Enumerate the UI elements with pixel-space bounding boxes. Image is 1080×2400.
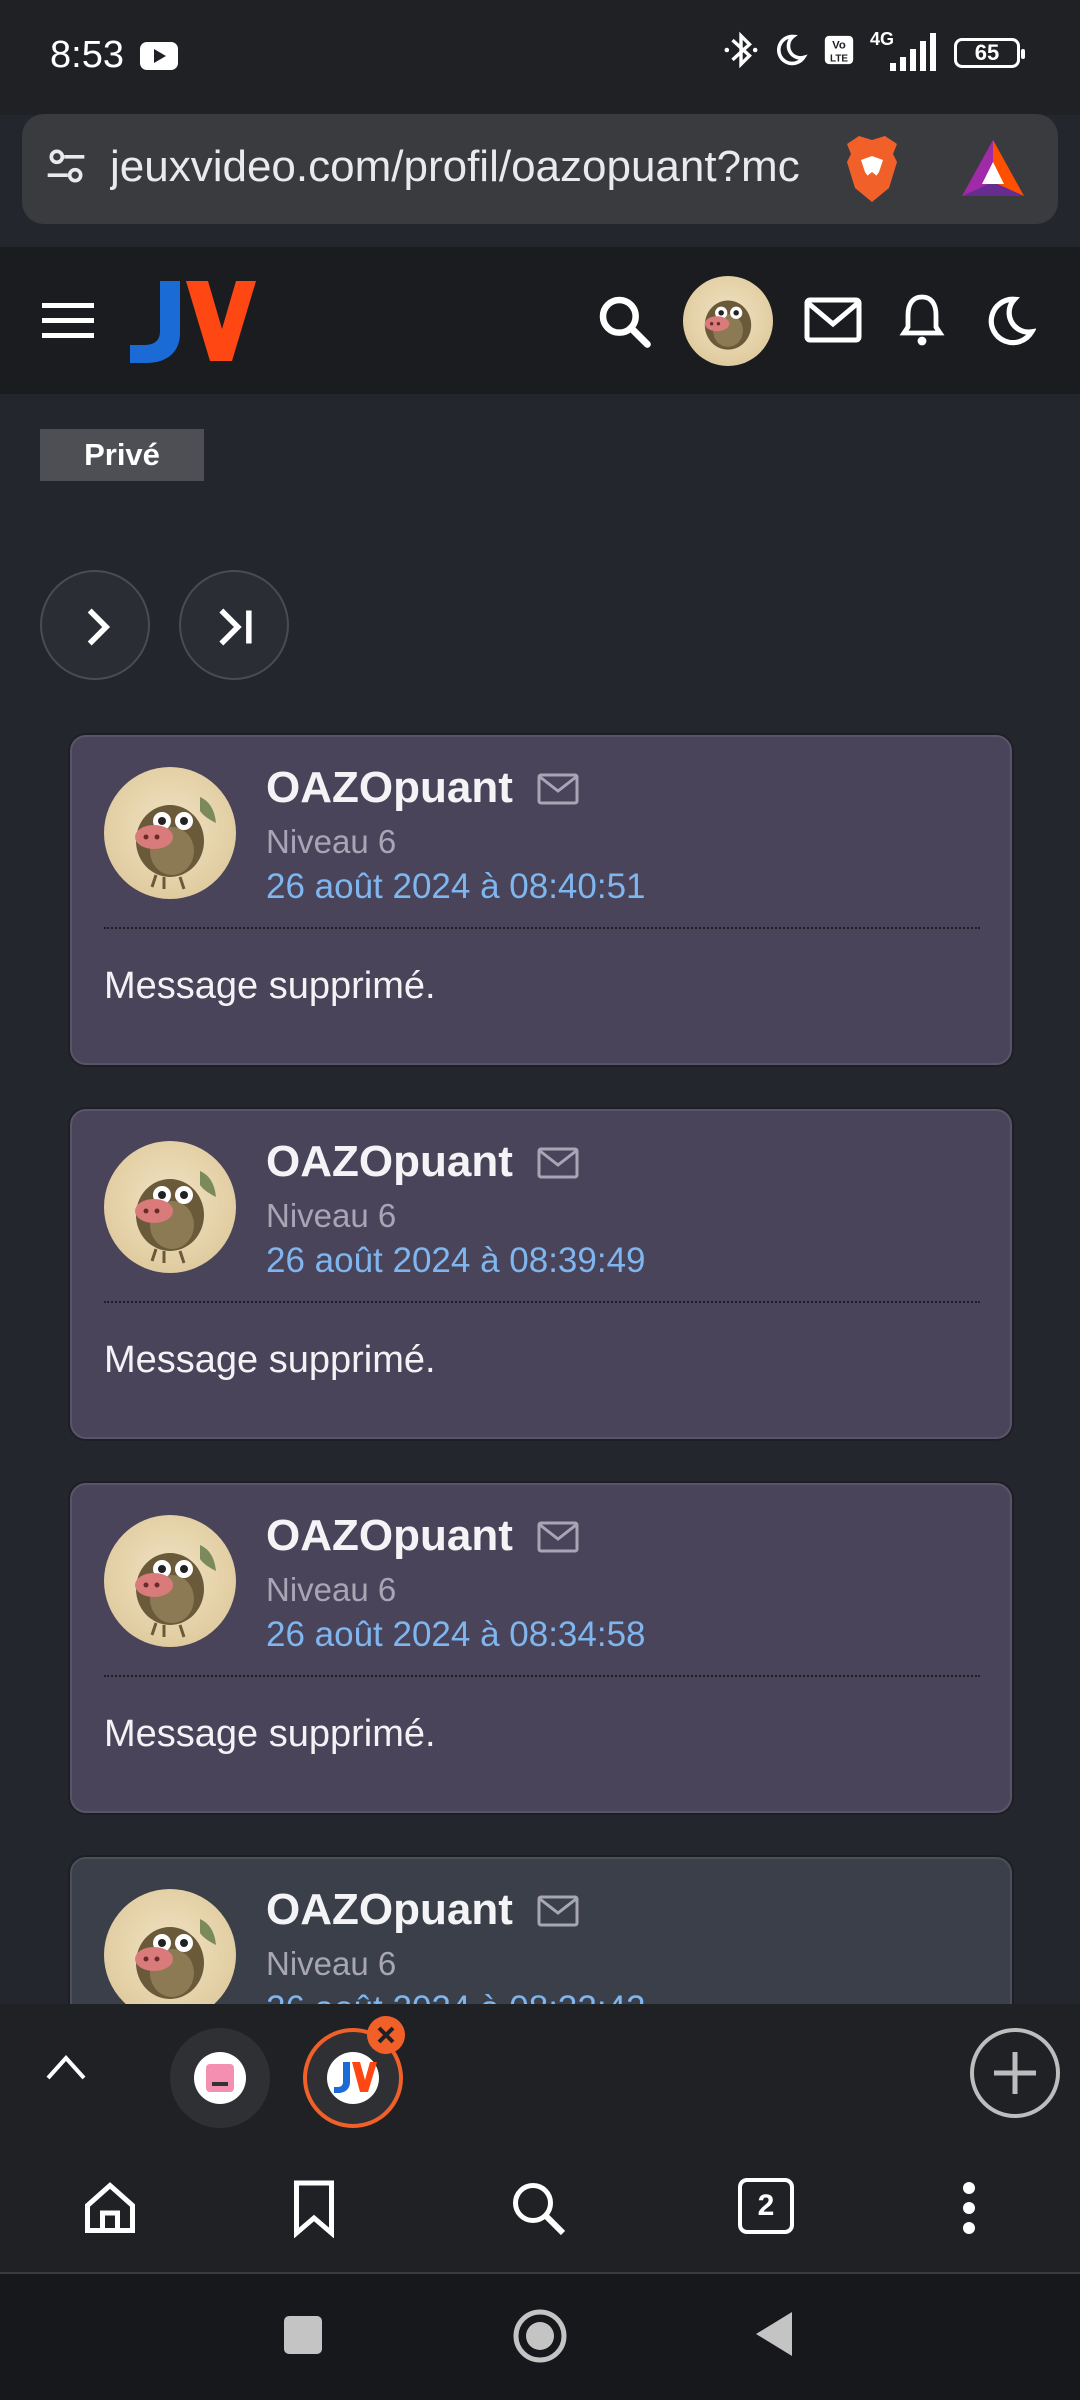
message-card: OAZOpuant Niveau 6 26 août 2024 à 08:34:… (70, 1483, 1012, 1813)
volte-icon: Vo LTE (822, 33, 856, 72)
tab-count: 2 (757, 2189, 775, 2222)
chevron-right-icon (87, 608, 111, 646)
search-icon[interactable] (508, 2178, 568, 2243)
message-text: Message supprimé. (104, 1339, 436, 1381)
author-username[interactable]: OAZOpuant (266, 1511, 513, 1561)
back-triangle-icon[interactable] (754, 2310, 794, 2363)
last-page-button[interactable] (179, 570, 289, 680)
send-private-message-icon[interactable] (537, 1895, 579, 1932)
divider (104, 1301, 980, 1303)
more-options-icon[interactable] (952, 2178, 986, 2243)
author-username[interactable]: OAZOpuant (266, 763, 513, 813)
url-text[interactable]: jeuxvideo.com/profil/oazopuant?mc (110, 142, 840, 192)
tab-thumbnail[interactable] (170, 2028, 270, 2128)
bird-avatar-icon (135, 1171, 216, 1264)
jv-logo[interactable] (128, 277, 256, 370)
browser-toolbar: 2 (0, 2146, 1080, 2272)
youtube-notification-icon (140, 42, 178, 70)
dark-mode-moon-icon[interactable] (984, 295, 1037, 352)
recents-square-icon[interactable] (284, 2316, 322, 2354)
status-time: 8:53 (50, 34, 124, 76)
bird-avatar-icon (704, 300, 752, 350)
bluetooth-icon (724, 30, 758, 75)
site-settings-icon[interactable] (44, 144, 88, 193)
brave-shields-icon[interactable] (837, 132, 907, 211)
skip-to-last-icon (219, 608, 252, 646)
message-date-link[interactable]: 26 août 2024 à 08:34:58 (266, 1615, 646, 1655)
system-navigation-bar (0, 2272, 1080, 2400)
next-page-button[interactable] (40, 570, 150, 680)
svg-text:LTE: LTE (830, 53, 848, 64)
author-avatar[interactable] (104, 1515, 236, 1647)
svg-text:Vo: Vo (832, 40, 846, 52)
jv-tab-favicon-icon (327, 2052, 379, 2104)
signal-icon: 4G (870, 29, 940, 73)
home-circle-icon[interactable] (512, 2308, 568, 2369)
mail-icon[interactable] (804, 297, 862, 348)
home-icon[interactable] (80, 2178, 140, 2243)
bird-avatar-icon (135, 797, 216, 890)
battery-level: 65 (974, 39, 1000, 65)
send-private-message-icon[interactable] (537, 1147, 579, 1184)
profile-messages-page: Privé OAZOpuant Niveau 6 26 août 2024 à … (0, 394, 1080, 2004)
author-avatar[interactable] (104, 1889, 236, 2004)
divider (104, 927, 980, 929)
tab-switcher-button[interactable]: 2 (738, 2178, 794, 2234)
divider (104, 1675, 980, 1677)
notification-bell-icon[interactable] (898, 291, 946, 352)
bookmark-icon[interactable] (288, 2178, 340, 2243)
search-icon[interactable] (596, 293, 652, 354)
bird-avatar-icon (135, 1545, 216, 1638)
author-level: Niveau 6 (266, 1197, 397, 1234)
tab-favicon-icon (194, 2052, 246, 2104)
send-private-message-icon[interactable] (537, 1521, 579, 1558)
do-not-disturb-moon-icon (772, 32, 808, 73)
battery-icon: 65 (954, 37, 1025, 68)
message-date-link[interactable]: 26 août 2024 à 08:32:42 (266, 1989, 646, 2004)
message-date-link[interactable]: 26 août 2024 à 08:40:51 (266, 867, 646, 907)
tab-strip (0, 2004, 1080, 2146)
author-avatar[interactable] (104, 1141, 236, 1273)
message-text: Message supprimé. (104, 1713, 436, 1755)
author-username[interactable]: OAZOpuant (266, 1137, 513, 1187)
send-private-message-icon[interactable] (537, 773, 579, 810)
hamburger-menu-icon[interactable] (42, 301, 94, 346)
author-avatar[interactable] (104, 767, 236, 899)
message-date-link[interactable]: 26 août 2024 à 08:39:49 (266, 1241, 646, 1281)
brave-rewards-icon[interactable] (960, 138, 1026, 203)
url-bar[interactable]: jeuxvideo.com/profil/oazopuant?mc (22, 114, 1058, 224)
chevron-up-icon[interactable] (44, 2052, 88, 2087)
bird-avatar-icon (135, 1919, 216, 1999)
message-card: OAZOpuant Niveau 6 26 août 2024 à 08:39:… (70, 1109, 1012, 1439)
message-card: OAZOpuant Niveau 6 26 août 2024 à 08:32:… (70, 1857, 1012, 2004)
author-username[interactable]: OAZOpuant (266, 1885, 513, 1935)
site-header (0, 247, 1080, 394)
author-level: Niveau 6 (266, 1945, 397, 1982)
active-tab-thumbnail[interactable] (303, 2016, 405, 2128)
message-text: Message supprimé. (104, 965, 436, 1007)
private-badge: Privé (40, 429, 204, 481)
author-level: Niveau 6 (266, 823, 397, 860)
author-level: Niveau 6 (266, 1571, 397, 1608)
user-avatar[interactable] (683, 276, 773, 366)
close-tab-icon[interactable] (367, 2016, 405, 2054)
new-tab-plus-icon[interactable] (970, 2028, 1060, 2118)
message-card: OAZOpuant Niveau 6 26 août 2024 à 08:40:… (70, 735, 1012, 1065)
status-bar: 8:53 Vo LTE 4G 65 (0, 0, 1080, 115)
